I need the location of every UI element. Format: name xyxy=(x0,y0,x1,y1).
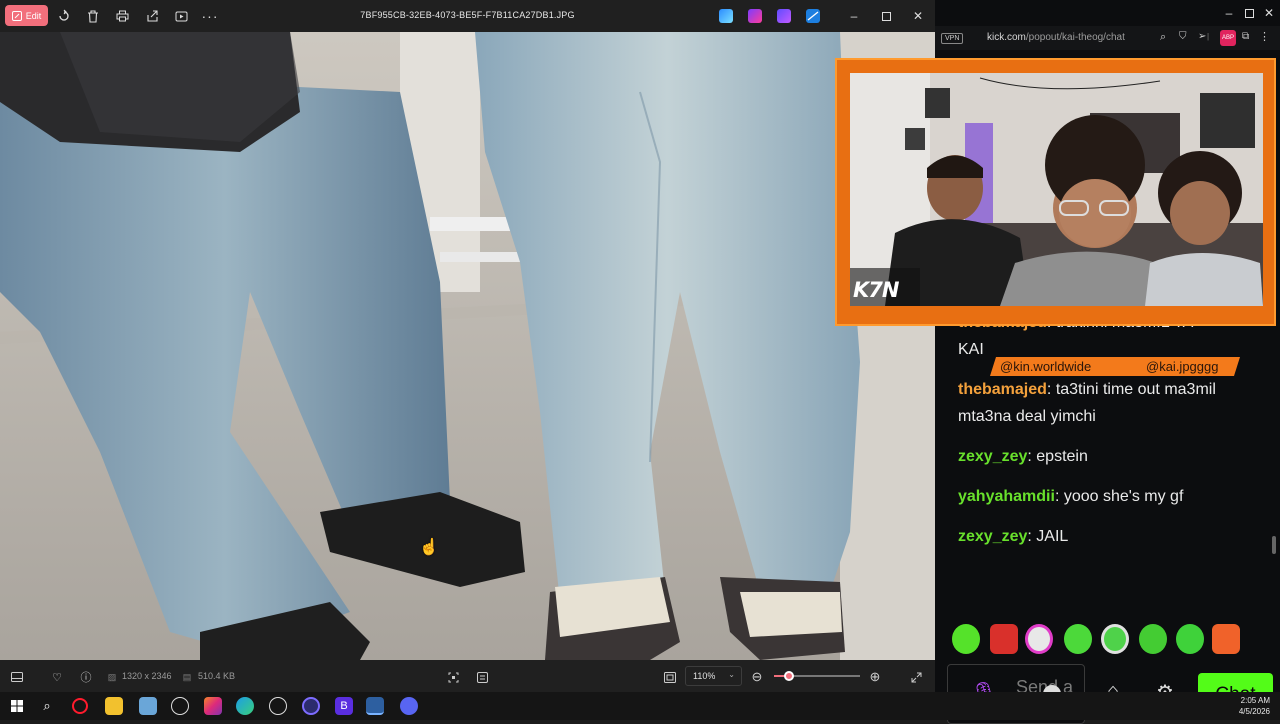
file-name: 7BF955CB-32EB-4073-BE5F-F7B11CA27DB1.JPG xyxy=(360,10,575,20)
info-icon[interactable]: ⓘ xyxy=(79,670,93,684)
browser-titlebar: – ✕ xyxy=(935,0,1280,26)
app-b-icon[interactable]: B xyxy=(335,697,353,715)
emote-frog-happy-icon[interactable] xyxy=(1176,624,1204,654)
dimensions-icon: ▨ xyxy=(107,671,117,682)
emote-angry-icon[interactable] xyxy=(990,624,1018,654)
vpn-badge[interactable]: VPN xyxy=(941,33,964,44)
discord-icon[interactable] xyxy=(400,697,418,715)
maximize-icon[interactable] xyxy=(1241,5,1257,21)
adblock-extension-icon[interactable]: ABP xyxy=(1220,30,1236,46)
fullscreen-icon[interactable] xyxy=(909,670,923,684)
zoom-level: 110% xyxy=(693,671,716,681)
close-icon[interactable]: ✕ xyxy=(910,8,926,24)
emote-frog-smile-icon[interactable] xyxy=(1064,624,1092,654)
windows-start-icon[interactable] xyxy=(8,697,26,715)
zoom-slider-thumb[interactable] xyxy=(783,671,794,681)
chat-username[interactable]: zexy_zey xyxy=(958,528,1027,545)
photo-canvas xyxy=(0,32,935,660)
chat-username[interactable]: zexy_zey xyxy=(958,448,1027,465)
opera-icon[interactable] xyxy=(72,698,88,714)
chat-text: : JAIL xyxy=(1027,528,1069,545)
emote-bar xyxy=(950,624,1250,658)
shield-icon[interactable]: ⛉ xyxy=(1179,31,1187,42)
search-icon[interactable]: ⌕ xyxy=(38,697,56,715)
clock-time: 2:05 AM xyxy=(1240,696,1270,705)
emote-clown-icon[interactable] xyxy=(1025,624,1053,654)
photos-taskbar-icon[interactable] xyxy=(366,697,384,715)
filmstrip-icon[interactable] xyxy=(10,670,24,684)
extensions-icon[interactable]: ⧉ xyxy=(1242,31,1249,42)
chatgpt-icon[interactable] xyxy=(171,697,189,715)
viewer-titlebar: Edit ··· 7BF955CB-32EB-4073-BE5F-F7B11CA… xyxy=(0,0,935,32)
more-options-icon[interactable]: ··· xyxy=(199,6,221,26)
edit-label: Edit xyxy=(25,10,42,21)
social-tag: @kai.jpgggg xyxy=(1146,359,1219,374)
delete-icon[interactable] xyxy=(82,6,104,26)
minimize-icon[interactable]: – xyxy=(1221,5,1237,21)
fit-to-window-icon[interactable] xyxy=(663,670,677,684)
url-path: /popout/kai-theog/chat xyxy=(1025,32,1125,43)
stream-logo: K7N xyxy=(853,278,899,302)
zoom-in-icon[interactable]: ⊕ xyxy=(868,669,882,684)
chat-username[interactable]: yahyahamdii xyxy=(958,488,1055,505)
clipchamp-icon[interactable] xyxy=(748,9,762,23)
divider: | xyxy=(1207,32,1210,41)
chevron-down-icon: ⌄ xyxy=(728,670,735,679)
slideshow-icon[interactable] xyxy=(170,6,192,26)
image-dimensions: 1320 x 2346 xyxy=(122,671,172,681)
adjust-icon[interactable] xyxy=(475,670,489,684)
emote-laugh-icon[interactable] xyxy=(1212,624,1240,654)
viewer-statusbar: ♡ ⓘ ▨ 1320 x 2346 ▤ 510.4 KB 110% ⌄ ⊖ ⊕ xyxy=(0,660,935,692)
emote-frog-party-icon[interactable] xyxy=(1101,624,1129,654)
edit-icon xyxy=(11,10,22,21)
social-tag: @kin.worldwide xyxy=(1000,359,1092,374)
onedrive-icon[interactable] xyxy=(806,9,820,23)
crop-icon[interactable] xyxy=(446,670,460,684)
favorite-heart-icon[interactable]: ♡ xyxy=(50,670,64,684)
system-clock[interactable]: 2:05 AM 4/5/2026 xyxy=(1239,695,1270,717)
designer-icon[interactable] xyxy=(777,9,791,23)
more-menu-icon[interactable]: ⋮ xyxy=(1259,30,1270,43)
chat-message: zexy_zey: epstein xyxy=(958,443,1258,470)
file-size-icon: ▤ xyxy=(182,671,192,682)
maximize-icon[interactable] xyxy=(878,8,894,24)
rotate-icon[interactable] xyxy=(53,6,75,26)
print-icon[interactable] xyxy=(111,6,133,26)
chat-username[interactable]: thebamajed xyxy=(958,381,1047,398)
cortana-icon[interactable] xyxy=(302,697,320,715)
chat-message: yahyahamdii: yooo she's my gf xyxy=(958,483,1258,510)
chat-text: : yooo she's my gf xyxy=(1054,488,1184,505)
close-icon[interactable]: ✕ xyxy=(1261,5,1277,21)
hand-cursor-icon: ☝ xyxy=(419,539,439,556)
photos-app-icon[interactable] xyxy=(719,9,733,23)
url-text[interactable]: kick.com/popout/kai-theog/chat xyxy=(987,32,1125,43)
share-icon[interactable] xyxy=(141,6,163,26)
chat-text: : epstein xyxy=(1027,448,1088,465)
edge-icon[interactable] xyxy=(236,697,254,715)
send-icon[interactable]: ➢ xyxy=(1198,31,1206,42)
clock-date: 4/5/2026 xyxy=(1238,707,1270,716)
stream-video-frame xyxy=(850,73,1263,306)
file-explorer-icon[interactable] xyxy=(105,697,123,715)
photo-viewer-window: Edit ··· 7BF955CB-32EB-4073-BE5F-F7B11CA… xyxy=(0,0,935,692)
zoom-level-dropdown[interactable]: 110% ⌄ xyxy=(685,666,742,686)
chat-message: zexy_zey: JAIL xyxy=(958,523,1258,550)
minimize-icon[interactable]: – xyxy=(846,8,862,24)
chat-scrollbar[interactable] xyxy=(1272,536,1276,554)
clock-app-icon[interactable] xyxy=(269,697,287,715)
snipping-tool-icon[interactable] xyxy=(139,697,157,715)
file-size: 510.4 KB xyxy=(198,671,236,681)
emote-frog-icon[interactable] xyxy=(952,624,980,654)
chat-text: KAI xyxy=(958,341,984,358)
edit-button[interactable]: Edit xyxy=(5,5,48,26)
emote-frog-grin-icon[interactable] xyxy=(1139,624,1167,654)
zoom-out-icon[interactable]: ⊖ xyxy=(750,669,764,684)
url-host: kick.com xyxy=(987,32,1026,43)
windows-taskbar: ⌕ B 2:05 AM 4/5/2026 xyxy=(0,692,1280,720)
zoom-magnifier-icon[interactable]: ⌕ xyxy=(1160,31,1166,44)
chat-message: thebamajed: ta3tini time out ma3mil mta3… xyxy=(958,376,1258,430)
address-bar[interactable]: VPN kick.com/popout/kai-theog/chat ⌕ ⛉ ➢… xyxy=(935,26,1280,50)
instagram-icon[interactable] xyxy=(204,697,222,715)
